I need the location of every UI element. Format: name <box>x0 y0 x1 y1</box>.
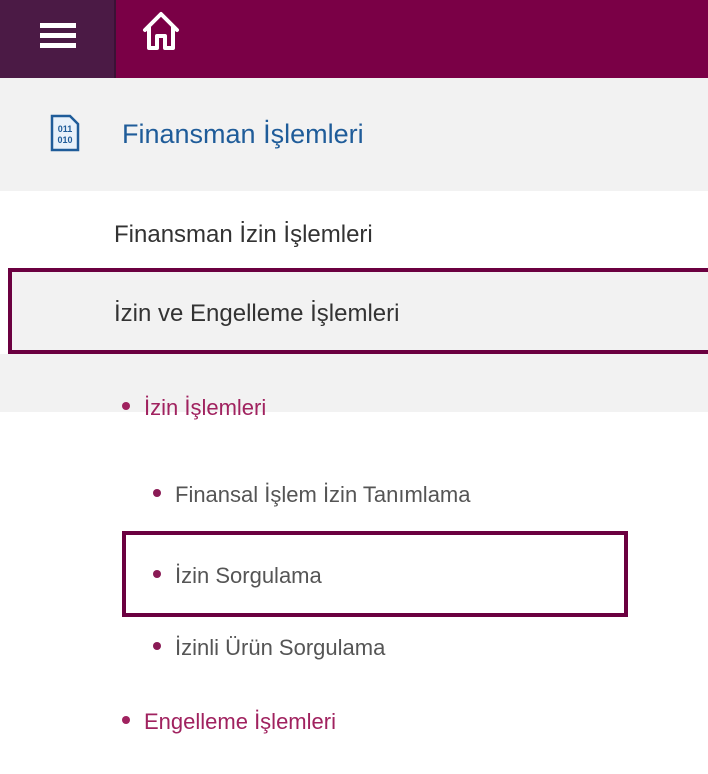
subsubmenu-item-label: Finansal İşlem İzin Tanımlama <box>175 482 471 507</box>
home-icon[interactable] <box>138 8 184 54</box>
section-header[interactable]: 011 010 Finansman İşlemleri <box>0 78 708 191</box>
menu-item-izin-ve-engelleme-islemleri[interactable]: İzin ve Engelleme İşlemleri <box>114 299 399 329</box>
subsubmenu-item-label: İzin Sorgulama <box>175 563 322 588</box>
svg-text:011: 011 <box>58 124 73 134</box>
bullet-icon <box>122 716 130 725</box>
page: 011 010 Finansman İşlemleri Finansman İz… <box>0 0 708 774</box>
bullet-icon <box>153 570 161 579</box>
submenu-item-izin-islemleri[interactable]: İzin İşlemleri <box>122 394 266 422</box>
hamburger-menu-icon[interactable] <box>0 0 116 78</box>
section-title: Finansman İşlemleri <box>122 119 364 149</box>
menu-item-finansman-izin-islemleri[interactable]: Finansman İzin İşlemleri <box>114 220 373 250</box>
submenu-item-label: Engelleme İşlemleri <box>144 709 336 734</box>
subsubmenu-item-izinli-urun-sorgulama[interactable]: İzinli Ürün Sorgulama <box>153 634 385 662</box>
bullet-icon <box>122 402 130 411</box>
svg-text:010: 010 <box>57 135 72 145</box>
submenu-item-label: İzin İşlemleri <box>144 395 267 420</box>
binary-code-icon: 011 010 <box>50 114 80 152</box>
subsubmenu-item-izin-sorgulama[interactable]: İzin Sorgulama <box>153 562 322 590</box>
submenu-row-background <box>0 354 708 412</box>
subsubmenu-item-finansal-islem-izin-tanimlama[interactable]: Finansal İşlem İzin Tanımlama <box>153 481 471 509</box>
bullet-icon <box>153 489 161 498</box>
bullet-icon <box>153 642 161 651</box>
top-bar <box>0 0 708 78</box>
subsubmenu-item-label: İzinli Ürün Sorgulama <box>175 635 386 660</box>
submenu-item-engelleme-islemleri[interactable]: Engelleme İşlemleri <box>122 708 336 736</box>
